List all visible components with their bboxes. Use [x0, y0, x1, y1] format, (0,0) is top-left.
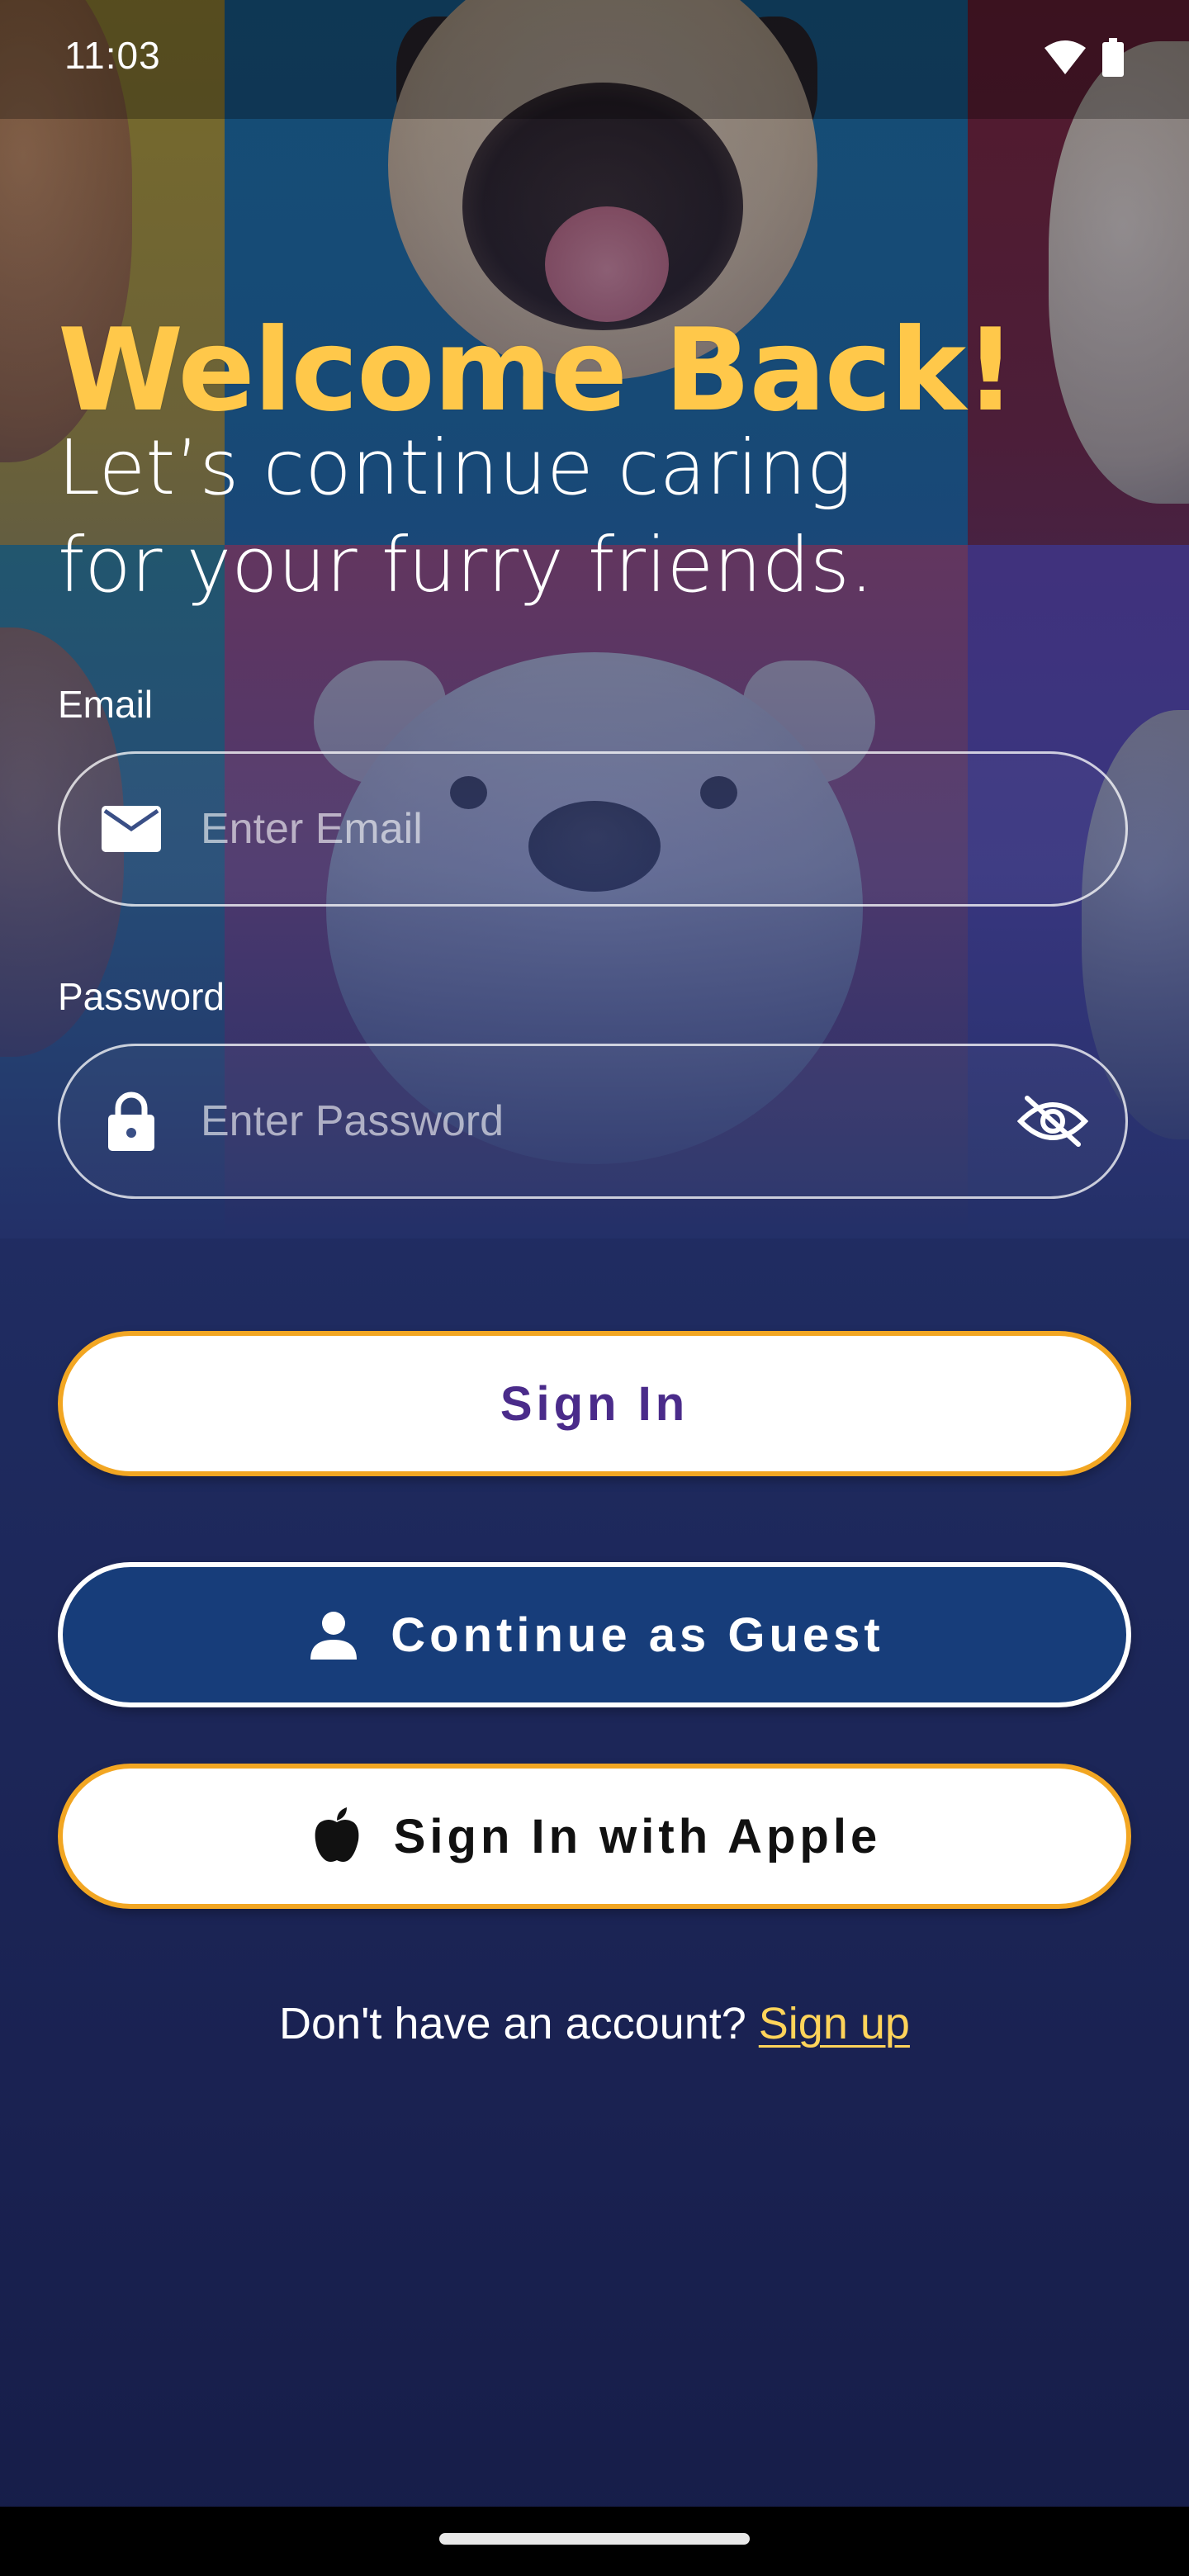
lock-icon	[98, 1088, 164, 1154]
apple-icon	[308, 1807, 366, 1865]
welcome-title: Welcome Back!	[58, 304, 1016, 437]
email-field[interactable]: Enter Email	[58, 751, 1128, 907]
mail-icon	[98, 796, 164, 862]
apple-label: Sign In with Apple	[393, 1809, 882, 1863]
login-screen: 11:03 Welcome Back! Let’s continue carin…	[0, 0, 1189, 2576]
sign-in-button[interactable]: Sign In	[58, 1331, 1131, 1476]
signup-row: Don't have an account? Sign up	[0, 1998, 1189, 2049]
welcome-subtitle: Let’s continue caring for your furry fri…	[58, 424, 874, 609]
home-indicator[interactable]	[439, 2533, 750, 2545]
password-label: Password	[58, 975, 225, 1018]
sign-in-with-apple-button[interactable]: Sign In with Apple	[58, 1764, 1131, 1909]
signup-prompt: Don't have an account?	[279, 1999, 746, 2048]
status-icons	[1044, 38, 1125, 82]
signup-link[interactable]: Sign up	[759, 1999, 910, 2048]
sign-in-label: Sign In	[500, 1376, 689, 1431]
password-placeholder: Enter Password	[201, 1097, 504, 1145]
eye-off-icon[interactable]	[1011, 1080, 1094, 1163]
status-bar: 11:03	[0, 0, 1189, 119]
wifi-icon	[1044, 40, 1087, 80]
person-icon	[305, 1606, 362, 1664]
battery-icon	[1101, 38, 1125, 82]
guest-label: Continue as Guest	[391, 1608, 884, 1662]
continue-as-guest-button[interactable]: Continue as Guest	[58, 1562, 1131, 1707]
email-label: Email	[58, 683, 154, 726]
status-time: 11:03	[64, 34, 161, 77]
password-field[interactable]: Enter Password	[58, 1044, 1128, 1199]
email-placeholder: Enter Email	[201, 805, 423, 853]
